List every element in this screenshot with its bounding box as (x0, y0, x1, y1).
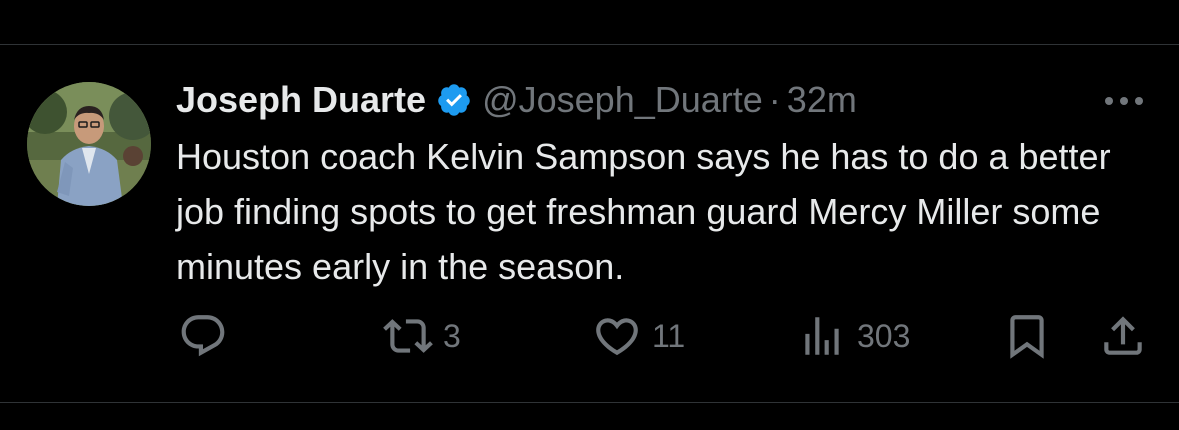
author-handle[interactable]: @Joseph_Duarte (482, 79, 763, 121)
reply-button[interactable] (178, 311, 238, 361)
views-count: 303 (857, 317, 911, 354)
author-name[interactable]: Joseph Duarte (176, 79, 426, 121)
share-upload-icon (1098, 311, 1148, 361)
heart-icon (592, 311, 642, 361)
tweet-card[interactable]: Joseph Duarte @Joseph_Duarte · 32m Houst… (0, 45, 1179, 402)
verified-badge-icon[interactable] (436, 82, 472, 118)
bar-chart-icon (797, 311, 847, 361)
repost-button[interactable]: 3 (383, 311, 461, 361)
reply-bubble-icon (178, 311, 228, 361)
avatar[interactable] (27, 82, 151, 206)
like-count: 11 (652, 317, 686, 354)
repost-count: 3 (443, 317, 461, 354)
views-button[interactable]: 303 (797, 311, 910, 361)
share-button[interactable] (1098, 311, 1148, 361)
bookmark-icon (1002, 311, 1052, 361)
tweet-text: Houston coach Kelvin Sampson says he has… (176, 136, 1111, 287)
tweet-header: Joseph Duarte @Joseph_Duarte · 32m (176, 78, 857, 122)
tweet-timestamp[interactable]: 32m (787, 79, 857, 121)
bookmark-button[interactable] (1002, 311, 1052, 361)
tweet-actions: 3 11 303 (0, 311, 1179, 361)
like-button[interactable]: 11 (592, 311, 685, 361)
bottom-divider (0, 402, 1179, 403)
meta-separator: · (768, 79, 781, 120)
more-options-icon[interactable] (1100, 87, 1148, 115)
previous-tweet-edge (1012, 0, 1046, 6)
repost-arrows-icon (383, 311, 433, 361)
